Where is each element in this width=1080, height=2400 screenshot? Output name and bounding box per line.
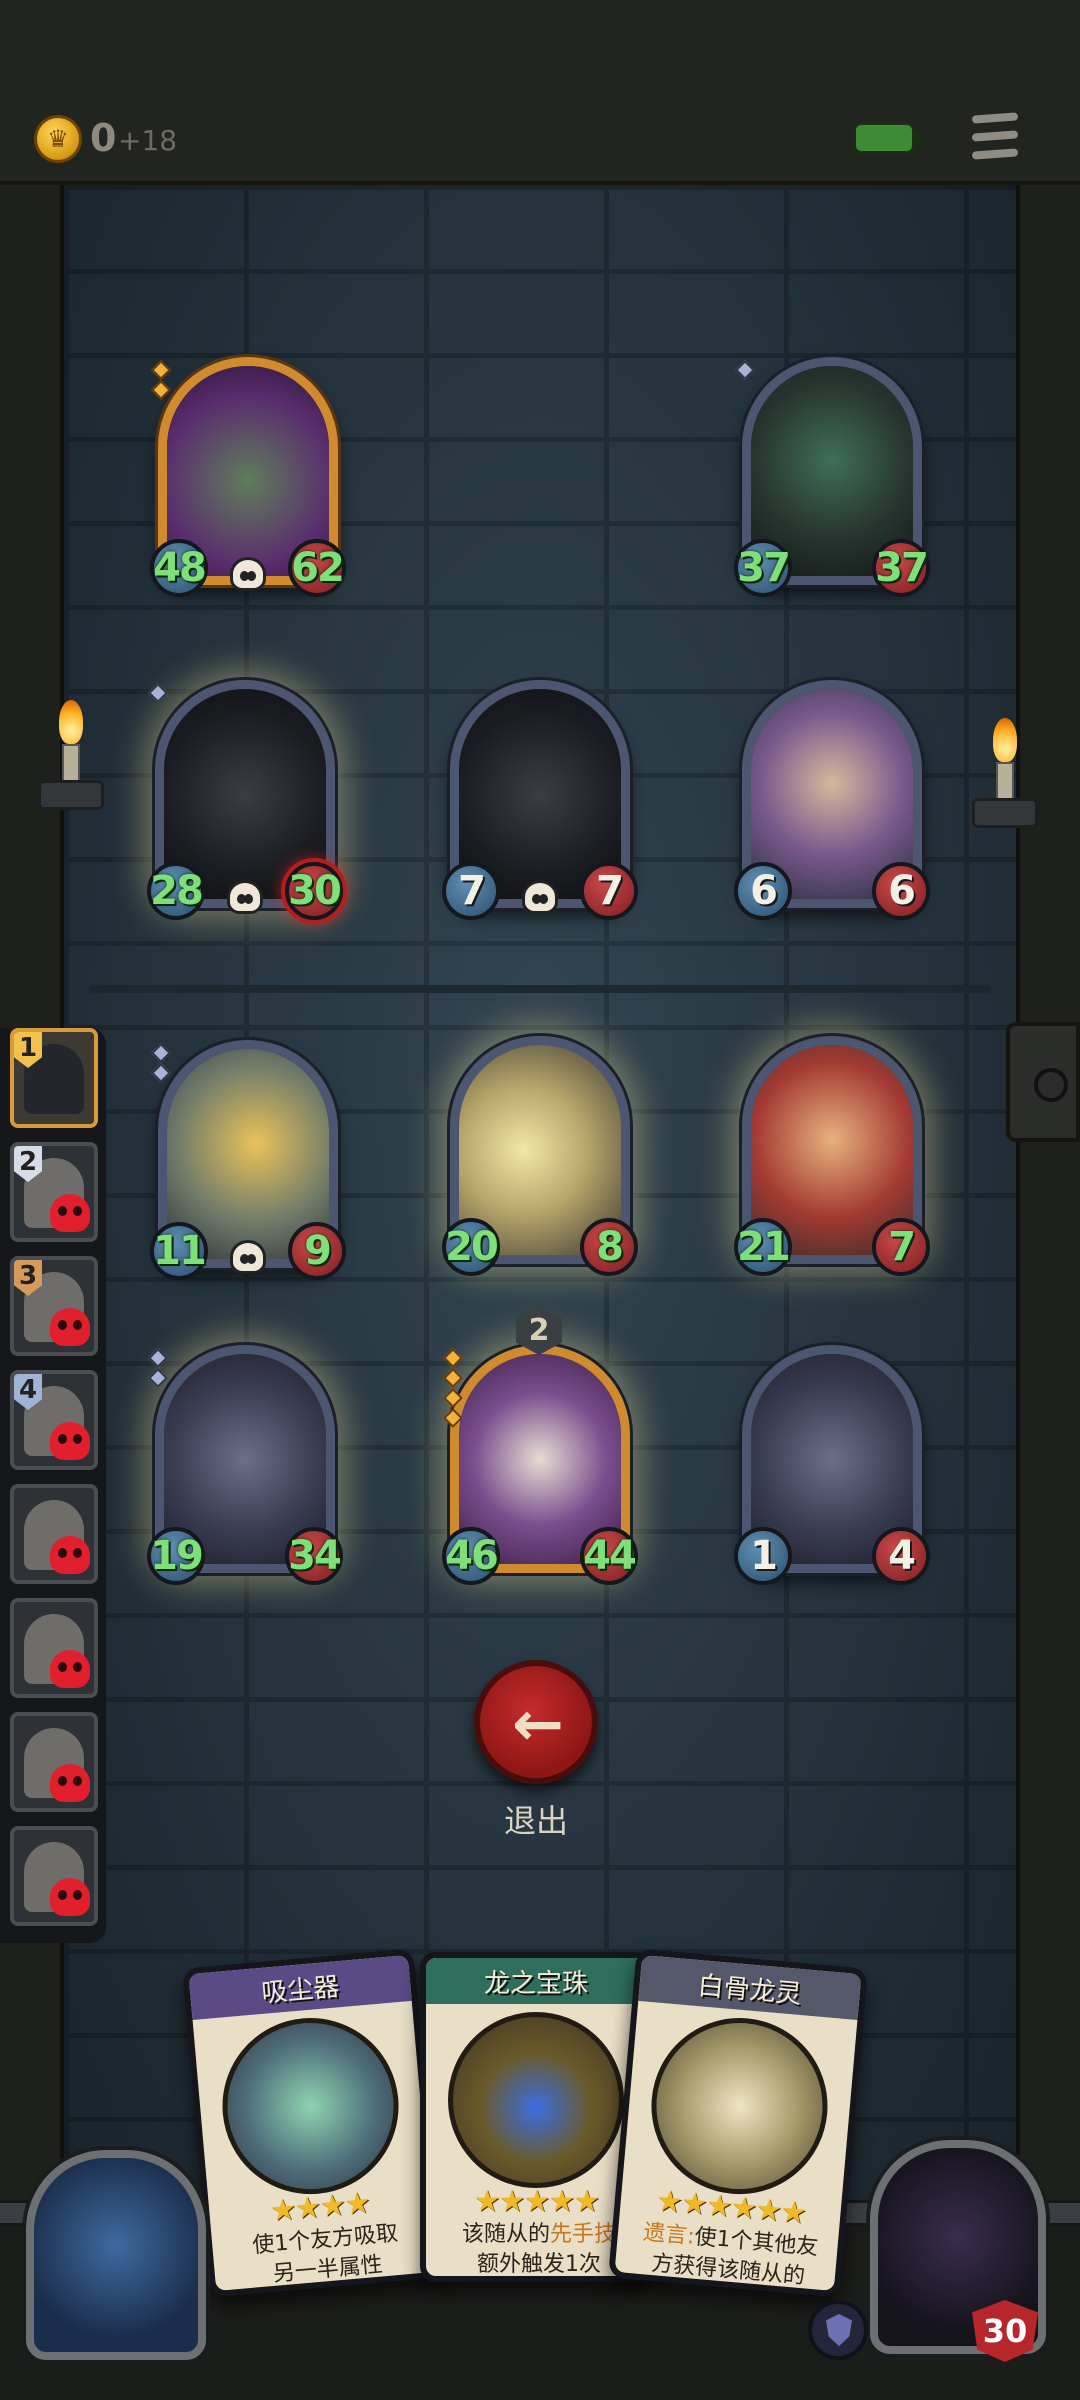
left-torch-icon	[38, 700, 104, 820]
right-pillar	[1016, 185, 1080, 2225]
eliminated-skull-icon	[50, 1764, 90, 1802]
door-handle	[1006, 1022, 1080, 1142]
attack-stat: 37	[734, 539, 792, 597]
health-stat-targeted: 30	[285, 862, 343, 920]
deathrattle-skull-icon	[522, 880, 558, 914]
gold-income: +18	[118, 124, 178, 157]
hamburger-menu-icon	[971, 112, 1019, 124]
eliminated-skull-icon	[50, 1536, 90, 1574]
attack-stat: 20	[442, 1218, 500, 1276]
attack-stat: 28	[147, 862, 205, 920]
lineup-slot-7[interactable]	[10, 1712, 98, 1812]
menu-button[interactable]	[968, 110, 1024, 162]
enemy-minion-dark-knight[interactable]: 28 30	[147, 680, 343, 920]
player-minion-red-warrior[interactable]: 21 7	[734, 1036, 930, 1276]
lineup-slot-4[interactable]: 4	[10, 1370, 98, 1470]
player-minion-rat-bandit-small[interactable]: 1 4	[734, 1345, 930, 1585]
opponent-lineup: 1 2 3 4	[0, 1028, 106, 1943]
lineup-slot-1[interactable]: 1	[10, 1028, 98, 1128]
health-stat: 4	[872, 1527, 930, 1585]
health-stat: 62	[288, 539, 346, 597]
eliminated-skull-icon	[50, 1422, 90, 1460]
enemy-minion-mimic-chest[interactable]: 48 62	[150, 357, 346, 597]
enemy-minion-reaper[interactable]: 37 37	[734, 357, 930, 597]
eliminated-skull-icon	[50, 1878, 90, 1916]
exit-label: 退出	[503, 1802, 568, 1840]
deathrattle-skull-icon	[227, 880, 263, 914]
vacuum-art-icon	[215, 2010, 406, 2202]
health-stat: 8	[580, 1218, 638, 1276]
shop-hero-portrait[interactable]	[26, 2150, 206, 2360]
attack-stat: 1	[734, 1527, 792, 1585]
lineup-slot-8[interactable]	[10, 1826, 98, 1926]
player-minion-old-wizard-dwarf[interactable]: 2 46 44	[442, 1305, 638, 1585]
attack-stat: 11	[150, 1222, 208, 1280]
eliminated-skull-icon	[50, 1650, 90, 1688]
top-bar: ♛ 0 +18	[0, 0, 1080, 185]
shield-icon	[808, 2300, 868, 2360]
lineup-slot-3[interactable]: 3	[10, 1256, 98, 1356]
gold-count: 0	[90, 116, 117, 160]
health-stat: 9	[288, 1222, 346, 1280]
board-divider	[90, 985, 990, 993]
health-stat: 37	[872, 539, 930, 597]
enemy-minion-sorceress[interactable]: 6 6	[734, 680, 930, 920]
battery-icon	[853, 122, 921, 154]
exit-button[interactable]: ←	[474, 1660, 598, 1784]
crown-coin-icon: ♛	[34, 115, 82, 163]
health-stat: 7	[872, 1218, 930, 1276]
eliminated-skull-icon	[50, 1194, 90, 1232]
lineup-slot-5[interactable]	[10, 1484, 98, 1584]
arrow-left-icon: ←	[512, 1687, 564, 1760]
lineup-slot-6[interactable]	[10, 1598, 98, 1698]
right-torch-icon	[972, 718, 1038, 838]
health-stat: 34	[285, 1527, 343, 1585]
card-title: 白骨龙灵	[638, 1955, 862, 2021]
card-title: 吸尘器	[188, 1955, 412, 2021]
deathrattle-skull-icon	[230, 557, 266, 591]
attack-stat: 7	[442, 862, 500, 920]
eliminated-skull-icon	[50, 1308, 90, 1346]
attack-stat: 6	[734, 862, 792, 920]
lineup-slot-2[interactable]: 2	[10, 1142, 98, 1242]
health-stat: 7	[580, 862, 638, 920]
health-stat: 6	[872, 862, 930, 920]
attack-stat: 19	[147, 1527, 205, 1585]
dragon-orb-art-icon	[448, 2012, 624, 2188]
card-title: 龙之宝珠	[426, 1958, 646, 2004]
attack-stat: 48	[150, 539, 208, 597]
hand-card-vacuum[interactable]: 吸尘器 ★★★★ 使1个友方吸取 另一半属性	[182, 1948, 442, 2298]
bone-dragon-art-icon	[644, 2010, 835, 2202]
player-minion-holy-shield-dwarf[interactable]: 20 8	[442, 1036, 638, 1276]
attack-stat: 46	[442, 1527, 500, 1585]
attack-stat: 21	[734, 1218, 792, 1276]
enemy-minion-dark-knight-small[interactable]: 7 7	[442, 680, 638, 920]
deathrattle-skull-icon	[230, 1240, 266, 1274]
player-minion-golden-dragon[interactable]: 11 9	[150, 1040, 346, 1280]
player-minion-rat-bandit[interactable]: 19 34	[147, 1345, 343, 1585]
hand-card-bone-dragon[interactable]: 白骨龙灵 ★★★★★★ 遗言:使1个其他友 方获得该随从的	[608, 1948, 868, 2298]
health-stat: 44	[580, 1527, 638, 1585]
